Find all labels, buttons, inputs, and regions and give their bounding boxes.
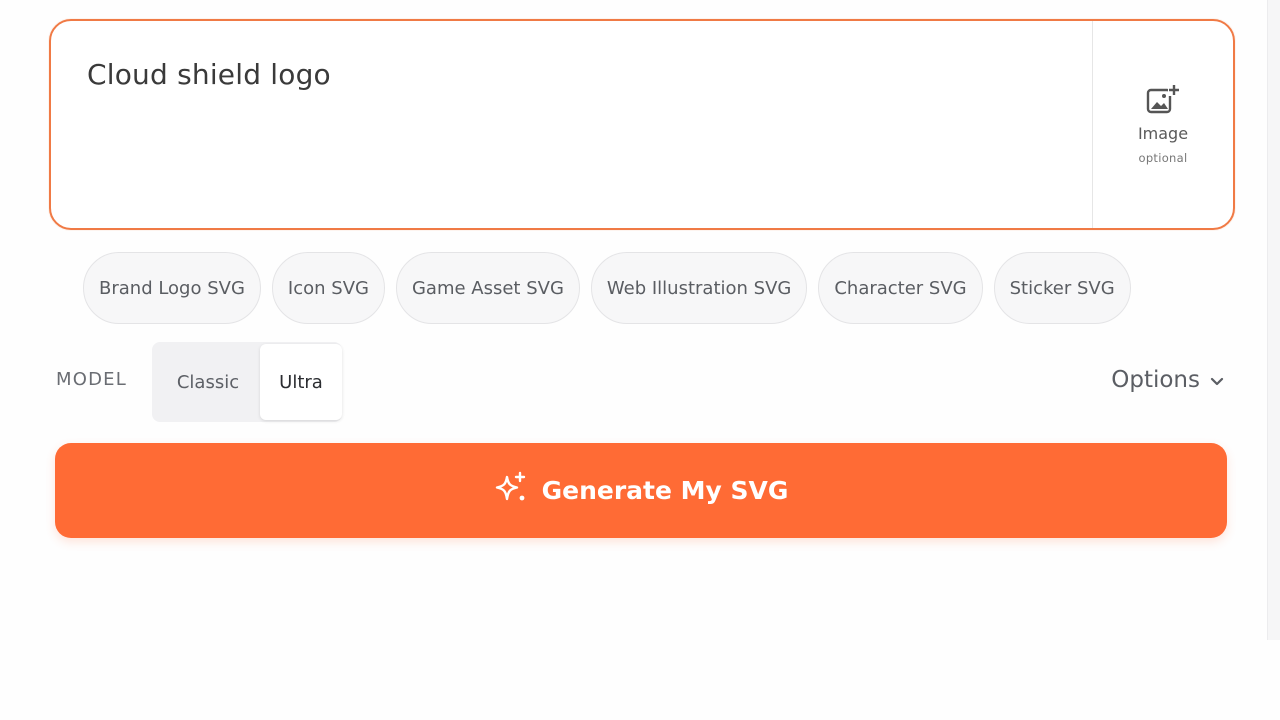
model-selector: Classic Ultra	[152, 342, 342, 422]
image-upload-sublabel: optional	[1138, 151, 1188, 165]
chip-game-asset[interactable]: Game Asset SVG	[395, 252, 580, 324]
chip-web-illustration[interactable]: Web Illustration SVG	[590, 252, 808, 324]
model-option-classic[interactable]: Classic	[156, 344, 260, 420]
image-add-icon	[1146, 84, 1180, 116]
image-upload-button[interactable]: Image optional	[1092, 21, 1233, 228]
prompt-input[interactable]: Cloud shield logo	[51, 21, 1092, 228]
generate-button-label: Generate My SVG	[541, 476, 789, 505]
chevron-down-icon	[1210, 367, 1224, 393]
preset-chips: Brand Logo SVG Icon SVG Game Asset SVG W…	[83, 252, 1131, 324]
chip-character[interactable]: Character SVG	[818, 252, 983, 324]
model-label: MODEL	[56, 369, 127, 390]
scrollbar-track[interactable]	[1267, 0, 1280, 640]
options-toggle[interactable]: Options	[1111, 367, 1224, 393]
prompt-container: Cloud shield logo Image optional	[49, 19, 1235, 230]
sparkle-icon	[494, 471, 528, 511]
chip-icon[interactable]: Icon SVG	[271, 252, 385, 324]
generate-button[interactable]: Generate My SVG	[55, 443, 1227, 538]
image-upload-label: Image	[1137, 124, 1189, 143]
chip-sticker[interactable]: Sticker SVG	[993, 252, 1131, 324]
options-label: Options	[1111, 367, 1200, 393]
generator-panel: Cloud shield logo Image optional Brand L…	[0, 0, 1280, 720]
chip-brand-logo[interactable]: Brand Logo SVG	[83, 252, 261, 324]
model-row: MODEL Classic Ultra Options	[56, 342, 1228, 422]
model-option-ultra[interactable]: Ultra	[260, 344, 342, 420]
